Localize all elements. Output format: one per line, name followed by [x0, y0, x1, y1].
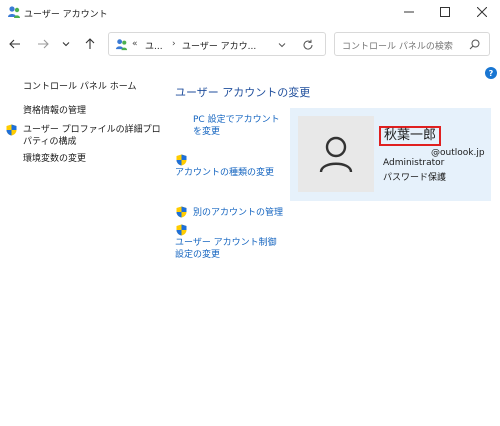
- page-title: ユーザー アカウントの変更: [175, 86, 311, 99]
- address-overflow-chevron[interactable]: «: [132, 39, 138, 49]
- forward-button[interactable]: [35, 36, 51, 52]
- recent-locations-button[interactable]: [58, 36, 74, 52]
- search-box[interactable]: コントロール パネルの検索: [334, 32, 490, 56]
- breadcrumb-segment-2[interactable]: ユーザー アカウ...: [182, 39, 256, 52]
- manage-credentials-link[interactable]: 資格情報の管理: [23, 105, 86, 117]
- change-in-pc-settings-link[interactable]: PC 設定でアカウントを変更: [193, 114, 283, 138]
- user-icon: [319, 136, 353, 173]
- account-type: Administrator: [383, 158, 445, 168]
- user-name: 秋葉一郎: [379, 126, 442, 146]
- minimize-button[interactable]: [391, 0, 427, 24]
- shield-icon: [6, 124, 17, 136]
- breadcrumb-segment-1[interactable]: ユ...: [145, 39, 163, 52]
- search-input[interactable]: コントロール パネルの検索: [342, 39, 453, 52]
- control-panel-home-link[interactable]: コントロール パネル ホーム: [23, 79, 136, 92]
- arrow-up-icon: [85, 38, 95, 49]
- close-icon: [477, 7, 487, 17]
- up-button[interactable]: [82, 36, 98, 52]
- title-bar: ユーザー アカウント: [0, 0, 500, 26]
- avatar: [298, 116, 374, 192]
- shield-icon: [176, 206, 187, 218]
- back-button[interactable]: [7, 36, 23, 52]
- minimize-icon: [404, 11, 414, 13]
- search-icon[interactable]: [469, 39, 480, 50]
- change-account-type-link[interactable]: アカウントの種類の変更: [175, 167, 275, 179]
- arrow-left-icon: [9, 39, 20, 49]
- chevron-down-icon: [62, 42, 70, 47]
- password-status: パスワード保護: [383, 173, 447, 183]
- navigation-bar: « ユ... › ユーザー アカウ... コントロール パネルの検索: [0, 26, 500, 62]
- change-environment-variables-link[interactable]: 環境変数の変更: [23, 153, 86, 165]
- maximize-button[interactable]: [427, 0, 463, 24]
- user-accounts-icon: [7, 5, 21, 19]
- user-account-card: 秋葉一郎 @outlook.jp Administrator パスワード保護: [290, 108, 491, 201]
- maximize-icon: [440, 7, 450, 17]
- advanced-profile-properties-link[interactable]: ユーザー プロファイルの詳細プロパティの構成: [23, 124, 163, 148]
- refresh-icon[interactable]: [302, 39, 314, 51]
- breadcrumb-separator[interactable]: ›: [172, 39, 176, 49]
- close-button[interactable]: [464, 0, 500, 24]
- manage-another-account-link[interactable]: 別のアカウントの管理: [193, 207, 293, 219]
- user-email: @outlook.jp: [431, 148, 485, 158]
- uac-settings-link[interactable]: ユーザー アカウント制御設定の変更: [175, 237, 285, 261]
- shield-icon: [176, 154, 187, 166]
- address-dropdown-icon[interactable]: [277, 40, 287, 50]
- arrow-right-icon: [38, 39, 49, 49]
- help-icon[interactable]: ?: [485, 67, 497, 79]
- shield-icon: [176, 224, 187, 236]
- window-title: ユーザー アカウント: [24, 10, 108, 20]
- user-accounts-icon: [115, 38, 128, 51]
- address-bar[interactable]: « ユ... › ユーザー アカウ...: [108, 32, 326, 56]
